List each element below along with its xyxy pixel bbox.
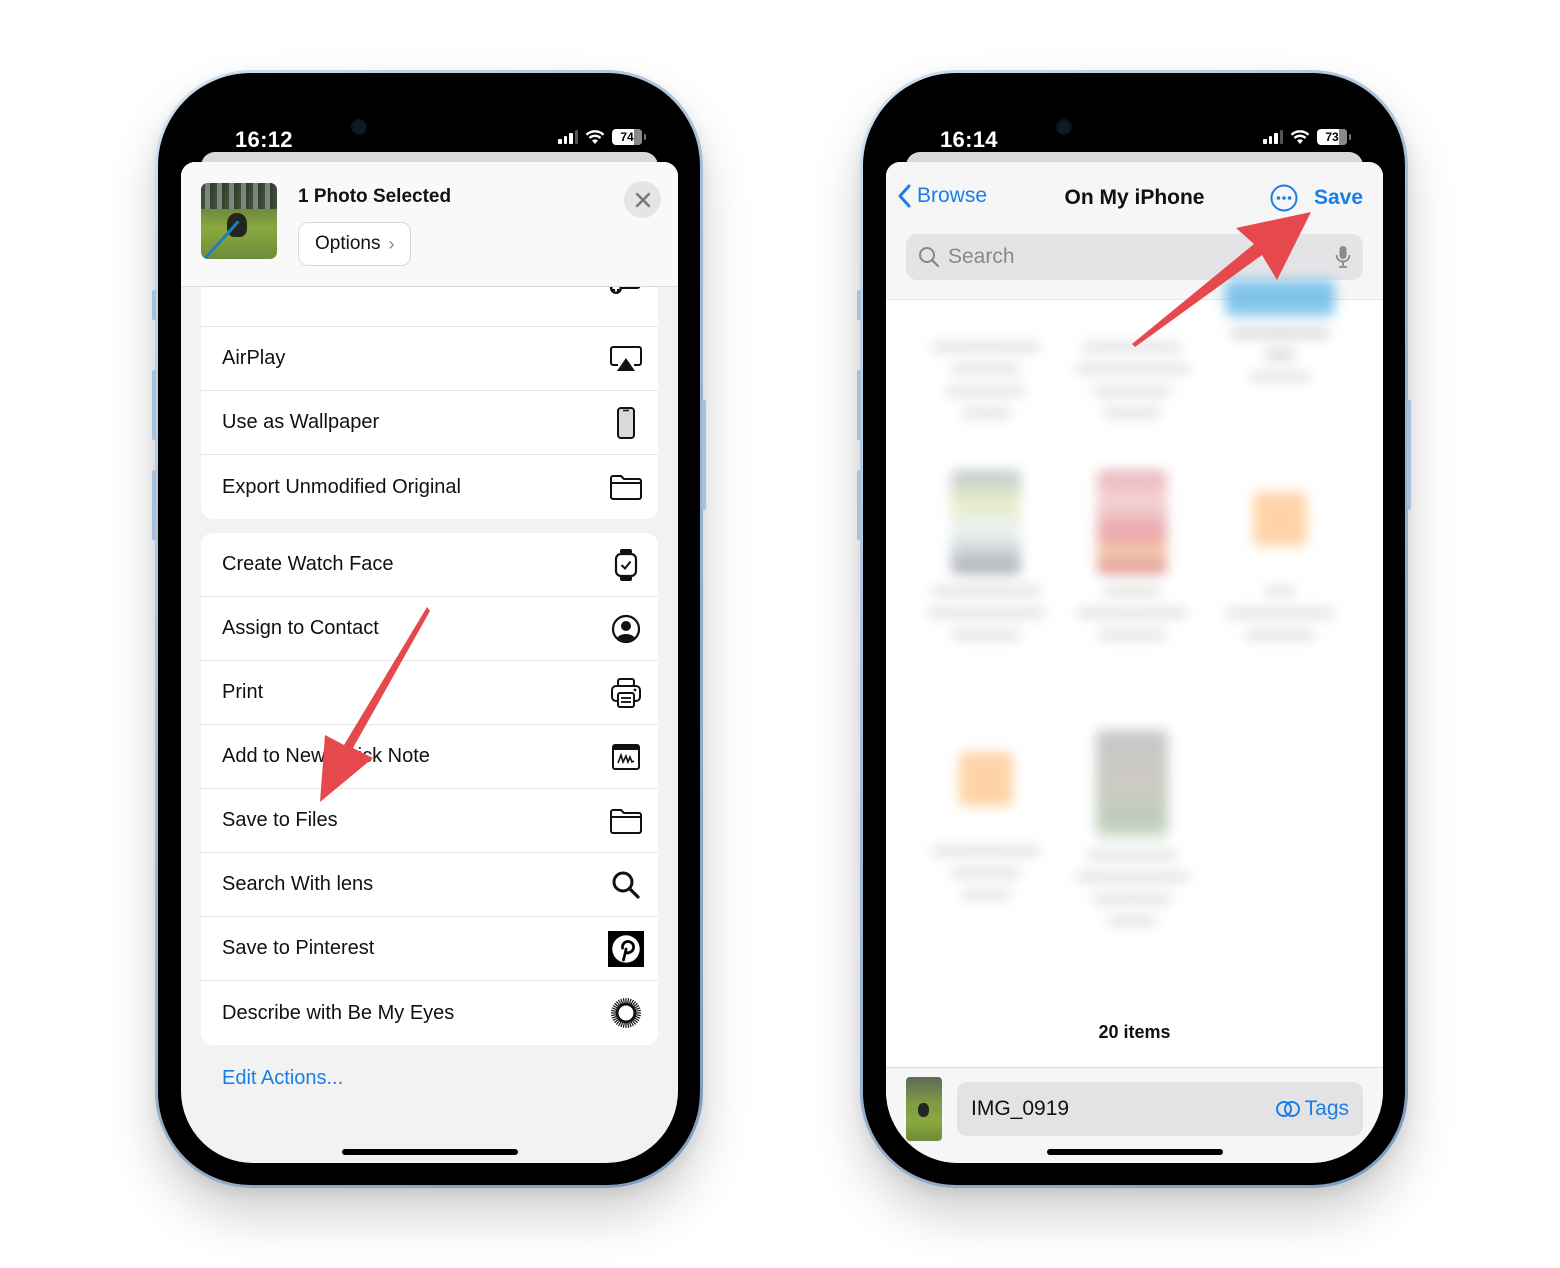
cellular-signal-icon bbox=[558, 130, 578, 144]
files-picker-sheet: Browse On My iPhone Save Search 20 items… bbox=[886, 162, 1383, 1163]
options-label: Options bbox=[315, 233, 381, 254]
file-thumbnail bbox=[906, 1077, 942, 1141]
battery-icon: 74 bbox=[612, 129, 646, 145]
status-time: 16:12 bbox=[235, 127, 293, 152]
action-button bbox=[857, 290, 861, 320]
file-tile[interactable] bbox=[1220, 470, 1340, 640]
home-indicator[interactable] bbox=[341, 1149, 518, 1155]
close-icon bbox=[635, 192, 650, 207]
share-title: 1 Photo Selected bbox=[298, 186, 452, 207]
search-placeholder: Search bbox=[948, 245, 1015, 268]
side-button bbox=[1407, 400, 1411, 510]
action-describe-with-be-my-eyes[interactable]: Describe with Be My Eyes bbox=[201, 981, 658, 1045]
action-search-with-lens[interactable]: Search With lens bbox=[201, 853, 658, 917]
magnifying-glass-icon bbox=[608, 867, 644, 903]
battery-icon: 73 bbox=[1317, 129, 1351, 145]
iphone-icon bbox=[608, 405, 644, 441]
battery-level: 74 bbox=[620, 130, 634, 144]
more-options-button[interactable] bbox=[1269, 183, 1299, 213]
pinterest-icon bbox=[608, 930, 644, 967]
action-create-watch-face[interactable]: Create Watch Face bbox=[201, 533, 658, 597]
close-button[interactable] bbox=[624, 181, 661, 218]
action-label: Save to Files bbox=[222, 809, 338, 831]
file-tile[interactable] bbox=[1220, 280, 1340, 382]
volume-up-button bbox=[152, 370, 156, 440]
wifi-icon bbox=[585, 129, 605, 144]
files-grid-blurred bbox=[886, 280, 1383, 980]
airplay-icon bbox=[608, 341, 644, 377]
action-use-as-wallpaper[interactable]: Use as Wallpaper bbox=[201, 391, 658, 455]
side-button bbox=[702, 400, 706, 510]
tags-button[interactable]: Tags bbox=[1275, 1097, 1349, 1121]
action-label: Save to Pinterest bbox=[222, 937, 375, 959]
action-label: Assign to Contact bbox=[222, 617, 379, 639]
action-print[interactable]: Print bbox=[201, 661, 658, 725]
action-add-to-new-quick-note[interactable]: Add to New Quick Note bbox=[201, 725, 658, 789]
cellular-signal-icon bbox=[1263, 130, 1283, 144]
apple-watch-icon bbox=[608, 547, 644, 583]
share-sheet-header: 1 Photo Selected Options › bbox=[181, 162, 678, 287]
microphone-icon[interactable] bbox=[1335, 245, 1351, 269]
filename-input[interactable]: IMG_0919 Tags bbox=[957, 1082, 1363, 1136]
volume-down-button bbox=[152, 470, 156, 540]
folder-icon bbox=[608, 803, 644, 839]
action-label: AirPlay bbox=[222, 347, 286, 369]
quick-note-icon bbox=[608, 739, 644, 775]
action-label: Export Unmodified Original bbox=[222, 475, 461, 498]
action-group-2: Create Watch Face Assign to Contact Prin… bbox=[201, 533, 658, 1045]
file-tile[interactable] bbox=[926, 330, 1046, 418]
status-time: 16:14 bbox=[940, 127, 998, 152]
action-label: Describe with Be My Eyes bbox=[222, 1001, 455, 1024]
action-label: Create Watch Face bbox=[222, 553, 394, 575]
search-icon bbox=[919, 247, 940, 268]
photo-thumbnail[interactable] bbox=[201, 183, 277, 259]
left-phone-frame: 16:12 74 1 Photo Selected Options › AirP… bbox=[152, 70, 706, 1188]
save-bar: IMG_0919 Tags bbox=[886, 1067, 1383, 1163]
action-group-1: Add to Album AirPlay Use as Wallpaper bbox=[201, 270, 658, 519]
action-save-to-files[interactable]: Save to Files bbox=[201, 789, 658, 853]
folder-icon bbox=[608, 469, 644, 505]
action-export-unmodified-original[interactable]: Export Unmodified Original bbox=[201, 455, 658, 519]
front-camera bbox=[351, 119, 367, 135]
right-phone-frame: 16:14 73 Browse On My iPhone Save Search… bbox=[857, 70, 1411, 1188]
action-assign-to-contact[interactable]: Assign to Contact bbox=[201, 597, 658, 661]
items-count: 20 items bbox=[1098, 1022, 1171, 1042]
person-circle-icon bbox=[608, 611, 644, 647]
ellipsis-circle-icon bbox=[1270, 184, 1298, 212]
be-my-eyes-icon bbox=[608, 995, 644, 1031]
action-save-to-pinterest[interactable]: Save to Pinterest bbox=[201, 917, 658, 981]
file-tile[interactable] bbox=[926, 470, 1046, 640]
action-airplay[interactable]: AirPlay bbox=[201, 327, 658, 391]
file-tile[interactable] bbox=[1072, 730, 1192, 926]
action-label: Add to New Quick Note bbox=[222, 745, 430, 767]
action-button bbox=[152, 290, 156, 320]
home-indicator[interactable] bbox=[1046, 1149, 1223, 1155]
chevron-right-icon: › bbox=[388, 233, 395, 254]
file-tile[interactable] bbox=[1072, 330, 1192, 418]
page-title: On My iPhone bbox=[1064, 186, 1205, 209]
wifi-icon bbox=[1290, 129, 1310, 144]
edit-actions-link[interactable]: Edit Actions... bbox=[222, 1067, 343, 1090]
volume-up-button bbox=[857, 370, 861, 440]
printer-icon bbox=[608, 675, 644, 711]
action-label: Print bbox=[222, 681, 264, 703]
file-tile[interactable] bbox=[926, 730, 1046, 900]
tags-icon bbox=[1275, 1101, 1300, 1117]
search-input[interactable]: Search bbox=[906, 234, 1363, 280]
battery-level: 73 bbox=[1325, 130, 1339, 144]
share-sheet: 1 Photo Selected Options › Add to Album bbox=[181, 162, 678, 1163]
front-camera bbox=[1056, 119, 1072, 135]
filename-value: IMG_0919 bbox=[971, 1097, 1070, 1120]
right-screen: 16:14 73 Browse On My iPhone Save Search… bbox=[886, 95, 1383, 1163]
options-button[interactable]: Options › bbox=[298, 222, 412, 266]
file-tile[interactable] bbox=[1072, 470, 1192, 640]
volume-down-button bbox=[857, 470, 861, 540]
left-screen: 16:12 74 1 Photo Selected Options › AirP… bbox=[181, 95, 678, 1163]
action-label: Search With lens bbox=[222, 873, 374, 895]
action-label: Use as Wallpaper bbox=[222, 411, 380, 433]
save-button[interactable]: Save bbox=[1314, 186, 1363, 210]
tags-label: Tags bbox=[1304, 1097, 1349, 1120]
